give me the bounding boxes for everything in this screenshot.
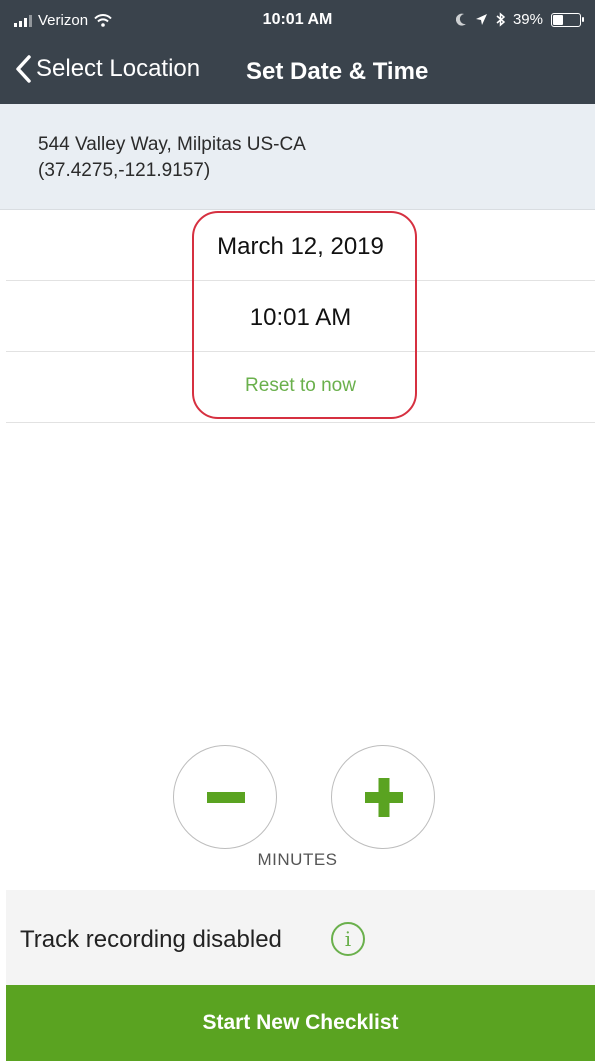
location-panel: 544 Valley Way, Milpitas US-CA (37.4275,…	[0, 104, 595, 210]
minutes-label: MINUTES	[257, 850, 338, 869]
location-arrow-icon	[475, 14, 487, 25]
info-icon[interactable]: i	[331, 922, 365, 956]
plus-icon	[365, 778, 403, 817]
back-button-label: Select Location	[36, 55, 201, 82]
chevron-left-icon	[16, 55, 31, 83]
bluetooth-icon	[496, 12, 505, 27]
moon-icon	[455, 13, 466, 26]
decrement-minutes-button[interactable]	[173, 745, 277, 849]
reset-row: Reset to now	[6, 353, 595, 423]
track-recording-bar: Track recording disabled i	[6, 890, 595, 985]
date-value: March 12, 2019	[217, 233, 384, 260]
battery-icon	[551, 12, 584, 27]
app-header: Verizon 10:01 AM 39% Select Location Set…	[0, 0, 595, 104]
nav-bar: Select Location Set Date & Time	[0, 42, 595, 104]
date-row[interactable]: March 12, 2019	[6, 211, 595, 281]
location-address: 544 Valley Way, Milpitas US-CA	[38, 134, 306, 155]
increment-minutes-button[interactable]	[331, 745, 435, 849]
reset-to-now-link[interactable]: Reset to now	[245, 375, 356, 396]
battery-fill	[553, 14, 563, 25]
start-new-checklist-button[interactable]: Start New Checklist	[6, 985, 595, 1061]
location-coordinates: (37.4275,-121.9157)	[38, 160, 211, 181]
time-row[interactable]: 10:01 AM	[6, 282, 595, 352]
track-recording-label: Track recording disabled	[20, 926, 282, 953]
status-bar: Verizon 10:01 AM 39%	[0, 0, 595, 42]
status-right: 39%	[455, 11, 584, 28]
time-value: 10:01 AM	[249, 304, 352, 331]
page-title: Set Date & Time	[246, 58, 429, 85]
battery-percent: 39%	[512, 11, 543, 28]
back-button[interactable]: Select Location	[14, 54, 200, 84]
minus-icon	[207, 792, 245, 803]
